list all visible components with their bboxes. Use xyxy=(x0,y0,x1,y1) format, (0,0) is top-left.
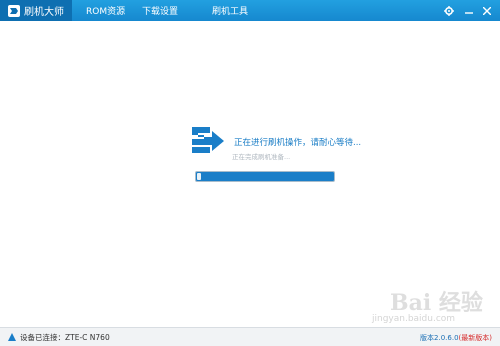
version-latest-tag: (最新版本) xyxy=(458,334,492,342)
app-title: 刷机大师 xyxy=(24,7,64,18)
watermark: Bai 经验 xyxy=(390,290,483,316)
progress-bar-fill xyxy=(196,172,334,181)
flash-logo-icon xyxy=(186,123,226,163)
progress-bar xyxy=(195,171,335,182)
connection-label: 设备已连接： xyxy=(20,332,65,342)
device-name: ZTE-C N760 xyxy=(65,332,110,342)
watermark-sub: jingyan.baidu.com xyxy=(372,314,456,324)
settings-icon[interactable] xyxy=(442,0,456,21)
version-info[interactable]: 版本2.0.6.0(最新版本) xyxy=(420,333,492,343)
device-connected-icon xyxy=(8,333,16,341)
progress-bar-cap xyxy=(197,173,201,180)
version-number: 版本2.0.6.0 xyxy=(420,334,459,342)
status-bar: 设备已连接：ZTE-C N760 版本2.0.6.0(最新版本) xyxy=(0,327,500,346)
status-detail: 正在完成刷机准备... xyxy=(232,153,291,161)
app-logo-area: 刷机大师 xyxy=(0,0,72,21)
main-tabs: ROM资源 下载设置 刷机工具 xyxy=(72,0,282,21)
status-message: 正在进行刷机操作，请耐心等待... xyxy=(234,138,362,148)
tab-download-settings[interactable]: 下载设置 xyxy=(142,0,212,21)
tab-rom-resources[interactable]: ROM资源 xyxy=(86,0,142,21)
connection-status: 设备已连接：ZTE-C N760 xyxy=(20,332,110,343)
main-content: 正在进行刷机操作，请耐心等待... 正在完成刷机准备... xyxy=(0,21,500,327)
minimize-icon[interactable] xyxy=(462,0,476,21)
close-icon[interactable] xyxy=(480,0,494,21)
tab-flash-tools[interactable]: 刷机工具 xyxy=(212,0,282,21)
title-bar: 刷机大师 ROM资源 下载设置 刷机工具 xyxy=(0,0,500,21)
app-logo-icon xyxy=(8,4,20,17)
